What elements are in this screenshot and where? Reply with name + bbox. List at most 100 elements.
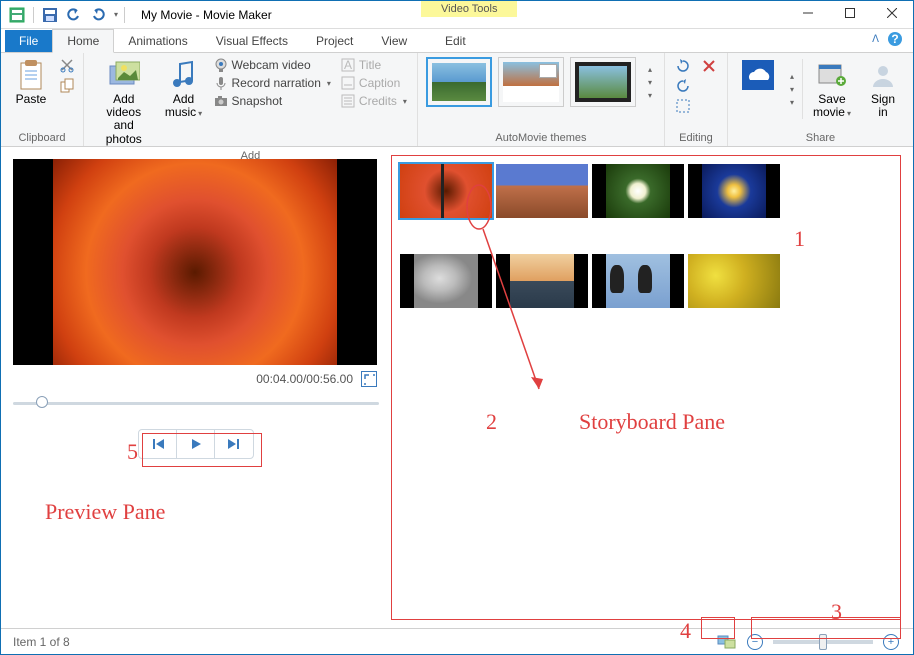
select-all-icon: [675, 98, 691, 114]
remove-button[interactable]: [699, 57, 719, 75]
add-music-button[interactable]: Add music▾: [162, 57, 206, 121]
zoom-out-button[interactable]: −: [747, 634, 763, 650]
snapshot-button[interactable]: Snapshot: [212, 93, 333, 109]
maximize-button[interactable]: [829, 1, 871, 25]
qat-dropdown-icon[interactable]: ▾: [114, 10, 118, 19]
share-more-icon[interactable]: ▾: [790, 98, 794, 107]
share-scroll-down-icon[interactable]: ▾: [790, 85, 794, 94]
rotate-right-button[interactable]: [673, 77, 693, 95]
storyboard-pane: [391, 155, 901, 620]
theme-3[interactable]: [570, 57, 636, 107]
clip-3[interactable]: [592, 164, 684, 218]
themes-scroll-up-icon[interactable]: ▴: [648, 65, 652, 74]
group-share: ▴ ▾ ▾ Save movie▾ Sign in Share: [728, 53, 913, 146]
tab-view[interactable]: View: [367, 30, 421, 52]
clipboard-label: Clipboard: [9, 130, 75, 144]
onedrive-button[interactable]: [736, 57, 780, 93]
clip-1[interactable]: [400, 164, 492, 218]
tab-home[interactable]: Home: [52, 29, 114, 53]
help-icon[interactable]: ?: [887, 31, 903, 47]
tab-edit[interactable]: Edit: [431, 30, 480, 52]
undo-icon[interactable]: [64, 5, 84, 25]
delete-icon: [701, 58, 717, 74]
select-all-button[interactable]: [673, 97, 693, 115]
caption-button[interactable]: Caption: [339, 75, 409, 91]
cut-icon[interactable]: [59, 57, 75, 76]
next-frame-button[interactable]: [215, 430, 253, 458]
clip-4[interactable]: [688, 164, 780, 218]
add-videos-button[interactable]: Add videos and photos: [92, 57, 156, 148]
titlebar: ▾ My Movie - Movie Maker Video Tools: [1, 1, 913, 29]
tab-visual-effects[interactable]: Visual Effects: [202, 30, 302, 52]
webcam-icon: [214, 58, 228, 72]
webcam-button[interactable]: Webcam video: [212, 57, 333, 73]
credits-icon: [341, 94, 355, 108]
theme-1[interactable]: [426, 57, 492, 107]
group-themes: ▴ ▾ ▾ AutoMovie themes: [418, 53, 665, 146]
zoom-slider[interactable]: [773, 640, 873, 644]
clip-8[interactable]: [688, 254, 780, 308]
clip-6[interactable]: [496, 254, 588, 308]
zoom-in-button[interactable]: +: [883, 634, 899, 650]
prev-frame-button[interactable]: [139, 430, 177, 458]
seek-slider[interactable]: [13, 393, 379, 411]
caption-icon: [341, 76, 355, 90]
rotate-left-button[interactable]: [673, 57, 693, 75]
paste-label: Paste: [16, 93, 47, 106]
record-narration-button[interactable]: Record narration▾: [212, 75, 333, 91]
themes-scroll-down-icon[interactable]: ▾: [648, 78, 652, 87]
camera-icon: [214, 94, 228, 108]
play-button[interactable]: [177, 430, 215, 458]
user-icon: [867, 59, 899, 91]
add-music-label: Add music▾: [165, 93, 202, 119]
thumbnail-view-icon[interactable]: [717, 634, 737, 650]
ribbon: Paste Clipboard Add videos and photos Ad…: [1, 53, 913, 147]
redo-icon[interactable]: [88, 5, 108, 25]
playback-controls: [138, 429, 254, 459]
save-movie-button[interactable]: Save movie▾: [809, 57, 855, 121]
app-icon[interactable]: [7, 5, 27, 25]
group-clipboard: Paste Clipboard: [1, 53, 84, 146]
title-icon: A: [341, 58, 355, 72]
mic-icon: [214, 76, 228, 90]
theme-2[interactable]: [498, 57, 564, 107]
tab-file[interactable]: File: [5, 30, 52, 52]
sign-in-label: Sign in: [871, 93, 895, 119]
time-display: 00:04.00/00:56.00: [256, 372, 353, 386]
preview-image: [53, 159, 337, 365]
rotate-left-icon: [675, 58, 691, 74]
sign-in-button[interactable]: Sign in: [861, 57, 905, 121]
preview-pane: 00:04.00/00:56.00: [1, 147, 391, 628]
editing-label: Editing: [673, 130, 719, 144]
themes-more-icon[interactable]: ▾: [648, 91, 652, 100]
music-icon: [168, 59, 200, 91]
close-button[interactable]: [871, 1, 913, 25]
fullscreen-icon[interactable]: [361, 371, 377, 387]
save-icon[interactable]: [40, 5, 60, 25]
title-text: My Movie - Movie Maker: [141, 8, 272, 22]
status-bar: Item 1 of 8 − +: [1, 628, 913, 654]
group-editing: Editing: [665, 53, 728, 146]
quick-access-toolbar: ▾: [1, 5, 133, 25]
ribbon-tabs: File Home Animations Visual Effects Proj…: [1, 29, 913, 53]
save-movie-icon: [816, 59, 848, 91]
credits-button[interactable]: Credits▾: [339, 93, 409, 109]
content-area: 00:04.00/00:56.00: [1, 147, 913, 628]
paste-button[interactable]: Paste: [9, 57, 53, 108]
share-scroll-up-icon[interactable]: ▴: [790, 72, 794, 81]
clip-5[interactable]: [400, 254, 492, 308]
rotate-right-icon: [675, 78, 691, 94]
status-item-count: Item 1 of 8: [13, 635, 70, 649]
video-tools-tab-label: Video Tools: [421, 1, 517, 17]
copy-icon[interactable]: [59, 78, 75, 97]
title-button[interactable]: ATitle: [339, 57, 409, 73]
photos-icon: [108, 59, 140, 91]
clip-7[interactable]: [592, 254, 684, 308]
themes-label: AutoMovie themes: [426, 130, 656, 144]
tab-animations[interactable]: Animations: [114, 30, 201, 52]
minimize-button[interactable]: [787, 1, 829, 25]
tab-project[interactable]: Project: [302, 30, 367, 52]
clip-2[interactable]: [496, 164, 588, 218]
ribbon-collapse-icon[interactable]: ᐱ: [872, 34, 879, 45]
preview-display[interactable]: [13, 159, 377, 365]
